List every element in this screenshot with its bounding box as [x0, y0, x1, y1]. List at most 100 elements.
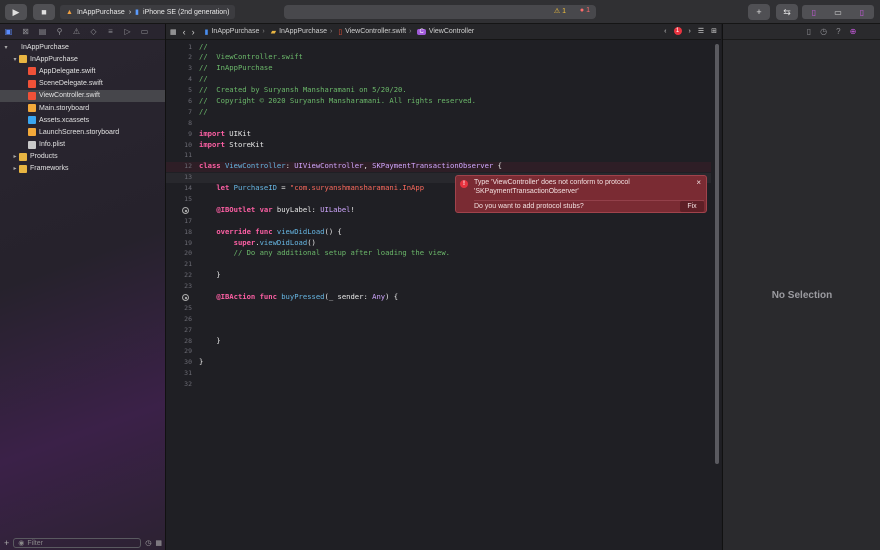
line-number[interactable]: 26 [166, 314, 194, 325]
outlet-connection-icon[interactable] [182, 206, 189, 214]
run-button[interactable]: ▶ [5, 4, 27, 20]
code-line[interactable]: // InAppPurchase [199, 63, 711, 74]
line-number[interactable]: 3 [166, 63, 194, 74]
line-number[interactable]: 23 [166, 281, 194, 292]
plus-icon[interactable]: + [4, 538, 9, 548]
back-arrow-icon[interactable]: ‹ [183, 27, 186, 37]
source-editor[interactable]: 1234567891011121314151617181920212223242… [166, 40, 721, 550]
report-icon[interactable]: ▭ [140, 27, 149, 36]
disclosure-icon[interactable]: ▾ [11, 56, 19, 63]
line-number[interactable]: 13 [166, 172, 194, 183]
warning-count[interactable]: ⚠ 1 [554, 7, 566, 15]
symbol-icon[interactable]: ▤ [38, 27, 47, 36]
code-line[interactable] [199, 314, 711, 325]
previous-issue-icon[interactable]: ‹ [664, 28, 666, 35]
line-number[interactable]: 29 [166, 346, 194, 357]
code-line[interactable]: // Copyright © 2020 Suryansh Mansharaman… [199, 96, 711, 107]
line-number[interactable]: 8 [166, 118, 194, 129]
scheme-selector[interactable]: ▲ InAppPurchase › ▮ iPhone SE (2nd gener… [60, 5, 236, 19]
code-line[interactable] [199, 150, 711, 161]
navigator-item[interactable]: ▸ Frameworks [0, 163, 165, 175]
code-line[interactable]: } [199, 270, 711, 281]
code-line[interactable] [199, 379, 711, 390]
debug-icon[interactable]: ≡ [106, 27, 115, 36]
test-icon[interactable]: ◇ [89, 27, 98, 36]
breakpoint-icon[interactable]: ▷ [123, 27, 132, 36]
line-number[interactable]: 30 [166, 357, 194, 368]
file-inspector-icon[interactable]: ▯ [807, 27, 811, 36]
code-area[interactable]: //// ViewController.swift// InAppPurchas… [199, 40, 711, 550]
line-number[interactable]: 25 [166, 303, 194, 314]
line-number[interactable]: 10 [166, 140, 194, 151]
line-number[interactable]: 14 [166, 183, 194, 194]
navigator-item[interactable]: ViewController.swift [0, 89, 165, 102]
breadcrumb-item[interactable]: ▮ InAppPurchase › [205, 28, 265, 36]
attributes-icon[interactable]: ⊕ [850, 27, 857, 36]
add-editor-icon[interactable]: ⊞ [711, 27, 717, 35]
line-number[interactable]: 24 [166, 292, 194, 303]
code-line[interactable] [199, 368, 711, 379]
disclosure-icon[interactable]: ▸ [11, 165, 19, 172]
line-number[interactable]: 20 [166, 248, 194, 259]
line-number-gutter[interactable]: 1234567891011121314151617181920212223242… [166, 40, 194, 550]
editor-options-icon[interactable]: ☰ [698, 27, 704, 35]
navigator-item[interactable]: ▸ Products [0, 151, 165, 163]
source-control-icon[interactable]: ⊠ [21, 27, 30, 36]
line-number[interactable]: 22 [166, 270, 194, 281]
line-number[interactable]: 1 [166, 42, 194, 53]
outlet-connection-icon[interactable] [182, 293, 189, 301]
disclosure-icon[interactable]: ▾ [2, 44, 10, 51]
code-line[interactable]: } [199, 357, 711, 368]
issue-icon[interactable]: ⚠ [72, 27, 81, 36]
code-line[interactable] [199, 281, 711, 292]
fix-button[interactable]: Fix [680, 201, 704, 212]
code-line[interactable]: class ViewController: UIViewController, … [199, 161, 711, 172]
line-number[interactable]: 6 [166, 96, 194, 107]
code-line[interactable]: super.viewDidLoad() [199, 238, 711, 249]
debug-toggle[interactable]: ▭ [826, 5, 850, 19]
code-line[interactable] [199, 303, 711, 314]
line-number[interactable]: 32 [166, 379, 194, 390]
quick-help-icon[interactable]: ? [836, 27, 840, 36]
activity-status[interactable]: ⚠ 1 ● 1 [284, 5, 596, 19]
issue-badge[interactable]: 1 [673, 27, 682, 35]
line-number[interactable]: 18 [166, 227, 194, 238]
code-line[interactable]: // [199, 42, 711, 53]
line-number[interactable]: 2 [166, 52, 194, 63]
code-line[interactable]: import StoreKit [199, 140, 711, 151]
code-line[interactable]: @IBAction func buyPressed(_ sender: Any)… [199, 292, 711, 303]
line-number[interactable]: 11 [166, 150, 194, 161]
line-number[interactable]: 28 [166, 336, 194, 347]
navigator-item[interactable]: ▾ InAppPurchase [0, 41, 165, 53]
line-number[interactable]: 21 [166, 259, 194, 270]
filter-input[interactable]: ◉ Filter [13, 538, 142, 548]
code-line[interactable]: // [199, 74, 711, 85]
editor-scrollbar[interactable] [715, 44, 719, 464]
search-icon[interactable]: ⚲ [55, 27, 64, 36]
error-count[interactable]: ● 1 [580, 7, 590, 14]
library-button[interactable]: + [748, 4, 770, 20]
line-number[interactable]: 12 [166, 161, 194, 172]
line-number[interactable]: 15 [166, 194, 194, 205]
breadcrumb-item[interactable]: C ViewController [417, 28, 474, 35]
line-number[interactable]: 7 [166, 107, 194, 118]
grid-icon[interactable]: ▦ [170, 28, 177, 36]
code-review-button[interactable]: ⇆ [776, 4, 798, 20]
line-number[interactable]: 9 [166, 129, 194, 140]
code-line[interactable]: // Do any additional setup after loading… [199, 248, 711, 259]
code-line[interactable] [199, 118, 711, 129]
forward-arrow-icon[interactable]: › [192, 27, 195, 37]
close-icon[interactable]: × [696, 178, 701, 187]
line-number[interactable]: 27 [166, 325, 194, 336]
code-line[interactable]: // [199, 107, 711, 118]
navigator-item[interactable]: Main.storyboard [0, 102, 165, 114]
navigator-item[interactable]: Assets.xcassets [0, 114, 165, 126]
disclosure-icon[interactable]: ▸ [11, 153, 19, 160]
scm-filter-icon[interactable]: ▦ [155, 539, 162, 547]
line-number[interactable]: 31 [166, 368, 194, 379]
navigator-item[interactable]: LaunchScreen.storyboard [0, 126, 165, 138]
navigator-item[interactable]: SceneDelegate.swift [0, 78, 165, 90]
navigator-item[interactable]: Info.plist [0, 139, 165, 151]
code-line[interactable] [199, 325, 711, 336]
line-number[interactable]: 19 [166, 238, 194, 249]
